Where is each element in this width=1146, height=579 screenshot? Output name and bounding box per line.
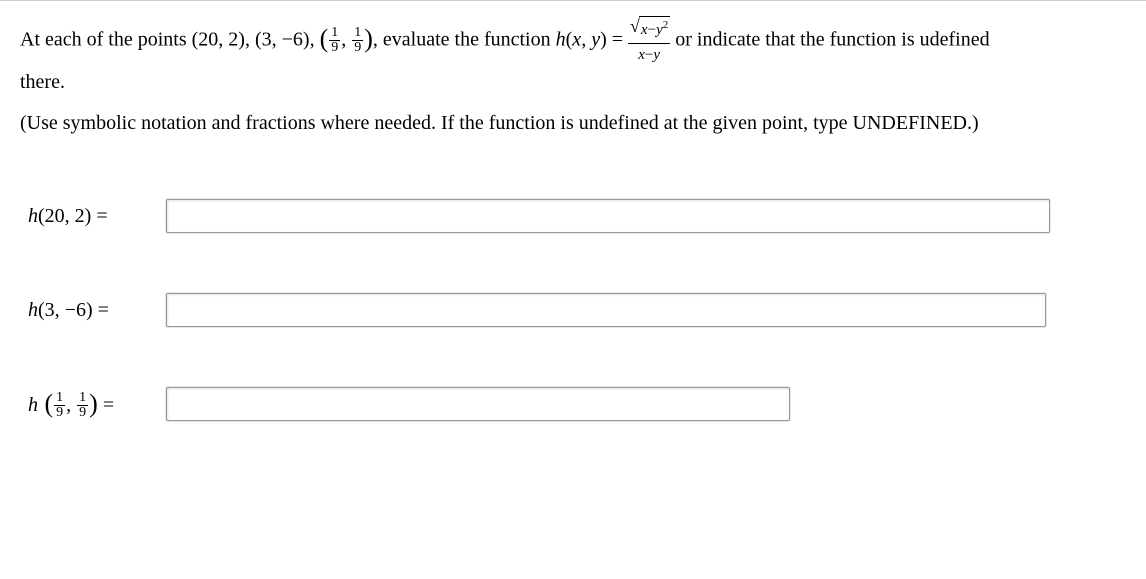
answer-label-3: h (19, 19) = <box>20 388 166 421</box>
question-prompt: At each of the points (20, 2), (3, −6) , … <box>20 15 1126 139</box>
denominator: 9 <box>54 405 65 420</box>
input-wrap <box>166 387 790 421</box>
equals-sign: = <box>91 205 107 227</box>
paren-open: ( <box>320 24 329 53</box>
paren-open: ( <box>38 389 53 418</box>
sqrt: x−y2 <box>628 15 670 43</box>
point: (20, 2) <box>38 205 91 227</box>
var-x: x <box>641 22 648 38</box>
function-name: h <box>28 205 38 227</box>
answer-input-3[interactable] <box>166 387 790 421</box>
numerator: 1 <box>352 26 363 40</box>
text: , <box>341 29 351 51</box>
paren-close: ) <box>89 389 98 418</box>
answer-row-1: h(20, 2) = <box>20 199 1126 233</box>
text: there. <box>20 71 65 93</box>
numerator: 1 <box>329 26 340 40</box>
denominator: 9 <box>77 405 88 420</box>
answers-section: h(20, 2) = h(3, −6) = h (19, 19) = <box>20 199 1126 421</box>
fraction: 19 <box>77 391 88 420</box>
answer-row-2: h(3, −6) = <box>20 293 1126 327</box>
answer-label-1: h(20, 2) = <box>20 205 166 228</box>
point: (3, −6) <box>38 299 93 321</box>
point-1: (20, 2) <box>192 29 245 51</box>
input-wrap <box>166 293 1046 327</box>
equals-sign: = <box>98 394 114 416</box>
denominator: 9 <box>329 40 340 55</box>
function-name: h <box>556 29 566 51</box>
answer-input-1[interactable] <box>166 199 1050 233</box>
formula-numerator: x−y2 <box>628 15 670 43</box>
exponent: 2 <box>663 19 669 31</box>
text: , evaluate the function <box>373 29 556 51</box>
answer-row-3: h (19, 19) = <box>20 387 1126 421</box>
var-x: x <box>638 47 645 63</box>
minus: − <box>648 22 656 38</box>
prompt-instructions: (Use symbolic notation and fractions whe… <box>20 108 1126 139</box>
answer-label-2: h(3, −6) = <box>20 299 166 322</box>
formula-denominator: x−y <box>628 43 670 67</box>
question-container: At each of the points (20, 2), (3, −6) , … <box>0 0 1146 471</box>
equals-sign: = <box>607 29 628 51</box>
function-name: h <box>28 394 38 416</box>
text: , <box>310 29 320 51</box>
point-2: (3, −6) <box>255 29 310 51</box>
numerator: 1 <box>77 391 88 405</box>
denominator: 9 <box>352 40 363 55</box>
numerator: 1 <box>54 391 65 405</box>
var-y: y <box>653 47 660 63</box>
text: or indicate that the function is udefine… <box>670 29 989 51</box>
formula: x−y2 x−y <box>628 15 670 67</box>
text: , <box>66 394 76 416</box>
equals-sign: = <box>93 299 109 321</box>
answer-input-2[interactable] <box>166 293 1046 327</box>
text: , <box>245 29 255 51</box>
fraction: 19 <box>352 26 363 55</box>
prompt-paragraph-1: At each of the points (20, 2), (3, −6) , … <box>20 15 1126 98</box>
function-args: (x, y) <box>566 29 607 51</box>
input-wrap <box>166 199 1050 233</box>
var-y: y <box>656 22 663 38</box>
paren-close: ) <box>364 24 373 53</box>
function-name: h <box>28 299 38 321</box>
fraction: 19 <box>54 391 65 420</box>
fraction: 19 <box>329 26 340 55</box>
text: At each of the points <box>20 29 192 51</box>
